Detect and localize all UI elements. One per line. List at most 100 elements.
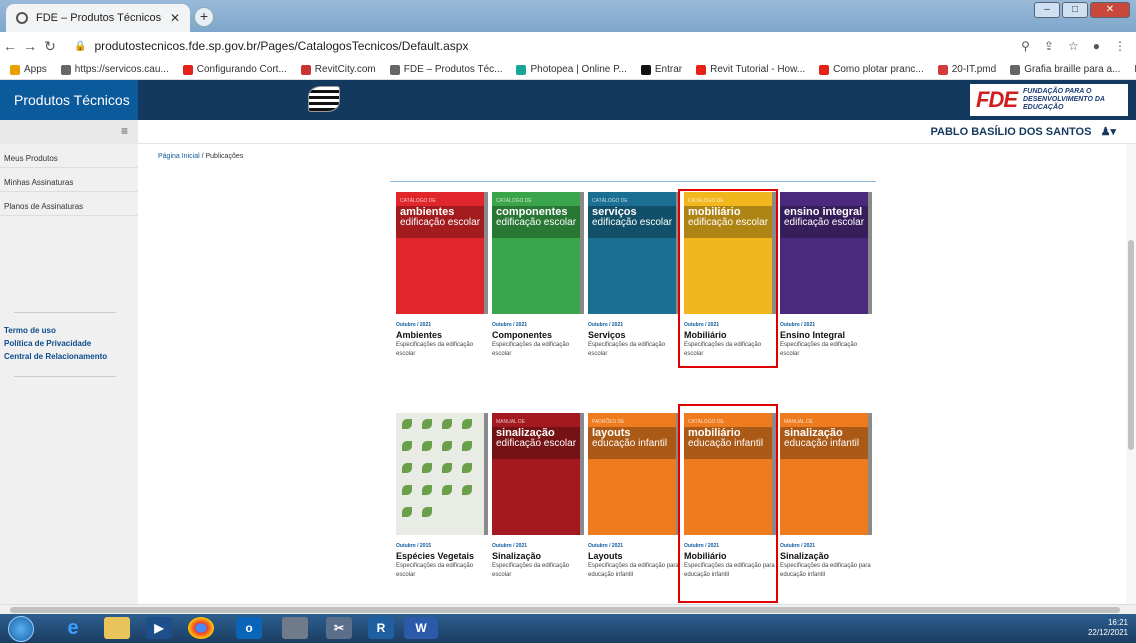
catalog-card[interactable]: Outubro / 2015 Espécies Vegetais Especific… — [396, 413, 488, 580]
cover-small: CATÁLOGO DE — [400, 198, 436, 204]
catalog-date: Outubro / 2021 — [492, 322, 528, 328]
catalog-title[interactable]: Sinalização — [492, 551, 584, 561]
start-button[interactable] — [8, 616, 34, 642]
horizontal-scrollbar[interactable] — [0, 604, 1136, 614]
close-window-button[interactable]: ✕ — [1090, 2, 1130, 18]
bookmark-10[interactable]: Grafia braille para a... — [1010, 64, 1120, 75]
catalog-card[interactable]: CATÁLOGO DE serviços edificação escolar Out… — [588, 192, 680, 359]
fde-logo-mark: FDE — [976, 87, 1018, 112]
bookmark-label: Revit Tutorial - How... — [710, 64, 806, 75]
user-menu[interactable]: PABLO BASÍLIO DOS SANTOS ♟▾ — [930, 125, 1116, 138]
fde-logo[interactable]: FDE FUNDAÇÃO PARA O DESENVOLVIMENTO DA E… — [970, 84, 1128, 116]
browser-tab[interactable]: FDE – Produtos Técnicos ✕ — [6, 4, 190, 32]
bookmark-8[interactable]: Como plotar pranc... — [819, 64, 924, 75]
minimize-button[interactable]: – — [1034, 2, 1060, 18]
hamburger-icon[interactable]: ≡ — [0, 120, 138, 144]
catalog-desc: Especificações da edificação escolar — [492, 563, 570, 578]
bookmark-5[interactable]: Photopea | Online P... — [516, 64, 627, 75]
sidebar-item-meus-produtos[interactable]: Meus Produtos — [0, 144, 138, 168]
reload-icon[interactable]: ↻ — [40, 38, 60, 55]
scroll-thumb[interactable] — [10, 607, 1120, 613]
sidebar-item-minhas-assinaturas[interactable]: Minhas Assinaturas — [0, 168, 138, 192]
link-privacidade[interactable]: Política de Privacidade — [4, 337, 107, 350]
catalog-cover[interactable]: CATÁLOGO DE ambientes edificação escolar — [396, 192, 488, 314]
bookmark-3[interactable]: RevitCity.com — [300, 64, 376, 75]
sidebar-item-planos[interactable]: Planos de Assinaturas — [0, 192, 138, 216]
catalog-card[interactable]: MANUAL DE sinalização edificação escolar Ou… — [492, 413, 584, 580]
link-central[interactable]: Central de Relacionamento — [4, 350, 107, 363]
catalog-cover[interactable]: MANUAL DE sinalização educação infantil — [780, 413, 872, 535]
cover-t2: edificação escolar — [400, 217, 481, 228]
cover-t2: edificação escolar — [496, 438, 577, 449]
forward-icon[interactable]: → — [20, 38, 40, 54]
catalog-card[interactable]: CATÁLOGO DE ambientes edificação escolar Ou… — [396, 192, 488, 359]
leaf-icon — [462, 463, 472, 473]
bookmark-4[interactable]: FDE – Produtos Téc... — [389, 64, 503, 75]
catalog-cover[interactable]: CATÁLOGO DE serviços edificação escolar — [588, 192, 680, 314]
chrome-icon[interactable] — [188, 617, 214, 639]
scroll-thumb[interactable] — [1128, 240, 1134, 450]
catalog-title[interactable]: Espécies Vegetais — [396, 551, 488, 561]
catalog-title[interactable]: Ambientes — [396, 330, 488, 340]
catalog-cover[interactable]: CATÁLOGO DE componentes edificação escolar — [492, 192, 584, 314]
system-tray[interactable]: 16:21 22/12/2021 — [1088, 618, 1128, 638]
folder-icon[interactable] — [104, 617, 130, 639]
url-field[interactable]: produtostecnicos.fde.sp.gov.br/Pages/Cat… — [94, 39, 468, 53]
word-icon[interactable]: W — [404, 617, 438, 639]
site-header: Produtos Técnicos FDE FUNDAÇÃO PARA O DE… — [0, 80, 1136, 120]
catalog-date: Outubro / 2021 — [780, 322, 816, 328]
bookmark-6[interactable]: Entrar — [640, 64, 682, 75]
cover-edge — [580, 192, 584, 314]
maximize-button[interactable]: □ — [1062, 2, 1088, 18]
lock-icon[interactable]: 🔒 — [74, 41, 86, 52]
close-tab-icon[interactable]: ✕ — [170, 11, 180, 25]
catalog-title[interactable]: Componentes — [492, 330, 584, 340]
sidebar-links: Termo de uso Política de Privacidade Cen… — [4, 324, 107, 363]
share-icon[interactable]: ⇪ — [1044, 39, 1054, 53]
profile-icon[interactable]: ● — [1093, 39, 1100, 53]
catalog-card[interactable]: MANUAL DE sinalização educação infantil Out… — [780, 413, 872, 580]
link-termo-de-uso[interactable]: Termo de uso — [4, 324, 107, 337]
bookmark-0[interactable]: Apps — [10, 64, 47, 75]
bookmark-icon — [60, 64, 71, 75]
vertical-scrollbar[interactable] — [1126, 144, 1136, 604]
bookmark-7[interactable]: Revit Tutorial - How... — [696, 64, 805, 75]
bookmark-1[interactable]: https://servicos.cau... — [60, 64, 169, 75]
catalog-cover[interactable]: ensino integral edificação escolar — [780, 192, 872, 314]
bookmark-2[interactable]: Configurando Cort... — [182, 64, 287, 75]
cover-t2: educação infantil — [784, 438, 860, 449]
outlook-icon[interactable]: o — [236, 617, 262, 639]
catalog-card[interactable]: CATÁLOGO DE componentes edificação escolar… — [492, 192, 584, 359]
cover-edge — [868, 192, 872, 314]
tool-icon[interactable]: ✂ — [326, 617, 352, 639]
bookmark-label: Grafia braille para a... — [1024, 64, 1121, 75]
new-tab-button[interactable]: + — [194, 7, 214, 27]
catalog-cover[interactable]: MANUAL DE sinalização edificação escolar — [492, 413, 584, 535]
catalog-date: Outubro / 2015 — [396, 543, 432, 549]
bookmark-icon — [640, 64, 651, 75]
back-icon[interactable]: ← — [0, 38, 20, 54]
zoom-icon[interactable]: ⚲ — [1021, 39, 1030, 53]
calculator-icon[interactable] — [282, 617, 308, 639]
bookmark-9[interactable]: 20-IT.pmd — [937, 64, 996, 75]
star-icon[interactable]: ☆ — [1068, 39, 1079, 53]
catalog-cover[interactable]: PADRÕES DE layouts educação infantil — [588, 413, 680, 535]
ie-icon[interactable]: e — [60, 617, 86, 639]
catalog-card[interactable]: PADRÕES DE layouts educação infantil Outubr… — [588, 413, 680, 580]
cover-edge — [484, 192, 488, 314]
bookmark-label: FDE – Produtos Téc... — [403, 64, 503, 75]
catalog-title[interactable]: Sinalização — [780, 551, 872, 561]
catalog-title[interactable]: Layouts — [588, 551, 680, 561]
breadcrumb-home[interactable]: Página Inicial — [158, 153, 200, 160]
revit-icon[interactable]: R — [368, 617, 394, 639]
catalog-date: Outubro / 2021 — [492, 543, 528, 549]
brand-title[interactable]: Produtos Técnicos — [0, 80, 138, 120]
catalog-title[interactable]: Ensino Integral — [780, 330, 872, 340]
catalog-date: Outubro / 2021 — [588, 322, 624, 328]
window-controls: – □ ✕ — [1034, 2, 1130, 18]
catalog-title[interactable]: Serviços — [588, 330, 680, 340]
catalog-card[interactable]: ensino integral edificação escolar Outubro… — [780, 192, 872, 359]
media-icon[interactable]: ▶ — [146, 617, 172, 639]
catalog-cover[interactable] — [396, 413, 488, 535]
menu-icon[interactable]: ⋮ — [1114, 39, 1126, 53]
